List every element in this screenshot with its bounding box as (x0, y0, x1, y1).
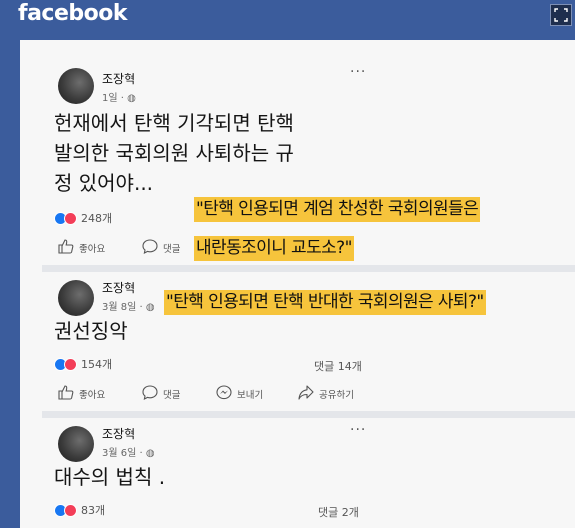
post-text: 권선징악 (54, 319, 128, 343)
reaction-count: 83개 (81, 504, 106, 517)
comment-icon (142, 239, 163, 257)
thumbs-up-icon (58, 239, 79, 257)
post-text: 헌재에서 탄핵 기각되면 탄핵 발의한 국회의원 사퇴하는 규 정 있어야... (54, 111, 294, 195)
comment-label: 댓글 (163, 244, 181, 255)
comment-icon (142, 385, 163, 403)
comment-label: 댓글 (163, 390, 181, 401)
more-options-icon[interactable]: ··· (350, 422, 366, 438)
like-button[interactable]: 좋아요 (58, 238, 105, 258)
share-label: 공유하기 (319, 390, 354, 401)
reaction-count: 154개 (81, 358, 113, 371)
messenger-icon (216, 385, 237, 403)
post-time: 3월 6일 · ◍ (102, 448, 155, 459)
post-time: 1일 · ◍ (102, 93, 136, 104)
globe-icon: ◍ (145, 448, 155, 459)
love-reaction-icon (64, 211, 77, 225)
avatar[interactable] (58, 68, 94, 104)
caption-highlight: "탄핵 인용되면 탄핵 반대한 국회의원은 사퇴?" (164, 290, 486, 315)
caption-highlight: 내란동조이니 교도소?" (194, 236, 354, 261)
post-author[interactable]: 조장혁 (102, 425, 135, 442)
comment-button[interactable]: 댓글 (142, 238, 180, 258)
share-button[interactable]: 공유하기 (298, 384, 354, 404)
love-reaction-icon (64, 503, 77, 517)
avatar[interactable] (58, 426, 94, 462)
post-time: 3월 8일 · ◍ (102, 302, 155, 313)
like-label: 좋아요 (79, 244, 106, 255)
globe-icon: ◍ (145, 302, 155, 313)
post-divider (42, 265, 575, 272)
post-divider (42, 411, 575, 418)
facebook-header: facebook (0, 0, 575, 32)
facebook-logo[interactable]: facebook (18, 1, 128, 26)
reaction-summary[interactable]: 83개 (54, 502, 105, 518)
globe-icon: ◍ (127, 93, 136, 104)
post-author[interactable]: 조장혁 (102, 279, 135, 296)
caption-highlight: "탄핵 인용되면 계엄 찬성한 국회의원들은 (194, 197, 481, 222)
thumbs-up-icon (58, 385, 79, 403)
like-label: 좋아요 (79, 390, 106, 401)
more-options-icon[interactable]: ··· (350, 64, 366, 80)
post-feed: 조장혁 1일 · ◍ ··· 헌재에서 탄핵 기각되면 탄핵 발의한 국회의원 … (20, 40, 575, 528)
send-button[interactable]: 보내기 (216, 384, 263, 404)
expand-button[interactable] (550, 4, 572, 26)
comment-count[interactable]: 댓글 2개 (318, 504, 359, 520)
comment-count[interactable]: 댓글 14개 (314, 358, 362, 374)
post-author[interactable]: 조장혁 (102, 70, 135, 87)
reaction-count: 248개 (81, 212, 113, 225)
love-reaction-icon (64, 357, 77, 371)
avatar[interactable] (58, 280, 94, 316)
comment-button[interactable]: 댓글 (142, 384, 180, 404)
share-icon (298, 385, 319, 403)
like-button[interactable]: 좋아요 (58, 384, 105, 404)
reaction-summary[interactable]: 154개 (54, 356, 112, 372)
post-text: 대수의 법칙 . (54, 465, 166, 489)
reaction-summary[interactable]: 248개 (54, 210, 112, 226)
send-label: 보내기 (237, 390, 264, 401)
